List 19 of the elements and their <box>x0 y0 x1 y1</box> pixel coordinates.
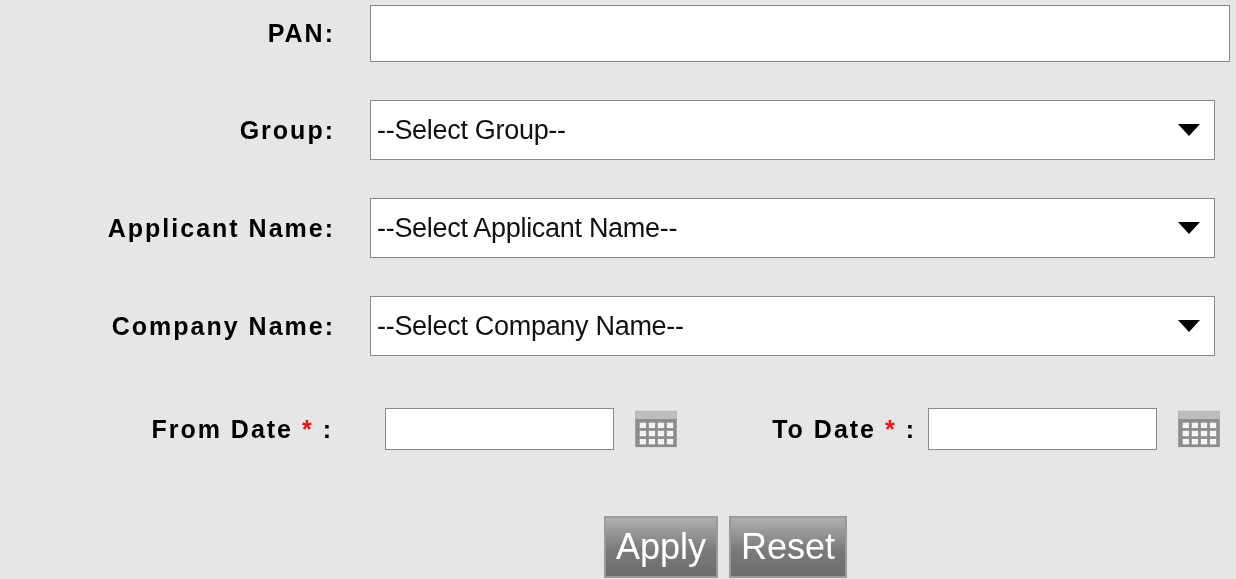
date-field[interactable] <box>385 408 614 450</box>
dropdown[interactable]: --Select Group-- <box>370 100 1215 160</box>
calendar-icon[interactable] <box>632 410 680 448</box>
date-field[interactable] <box>928 408 1157 450</box>
caret-icon <box>1178 222 1200 234</box>
reset-button[interactable]: Reset <box>729 516 848 578</box>
caret-icon <box>1178 320 1200 332</box>
date-label: From Date * : <box>150 414 334 444</box>
field-label: Applicant Name: <box>106 213 336 243</box>
field-label: Company Name: <box>110 311 336 341</box>
date-label: To Date * : <box>771 414 917 444</box>
text-field[interactable] <box>370 5 1230 62</box>
calendar-icon[interactable] <box>1175 410 1223 448</box>
apply-button[interactable]: Apply <box>604 516 719 578</box>
dropdown[interactable]: --Select Applicant Name-- <box>370 198 1215 258</box>
field-label: PAN: <box>266 19 336 48</box>
caret-icon <box>1178 124 1200 136</box>
dropdown[interactable]: --Select Company Name-- <box>370 296 1215 356</box>
field-label: Group: <box>238 115 336 145</box>
